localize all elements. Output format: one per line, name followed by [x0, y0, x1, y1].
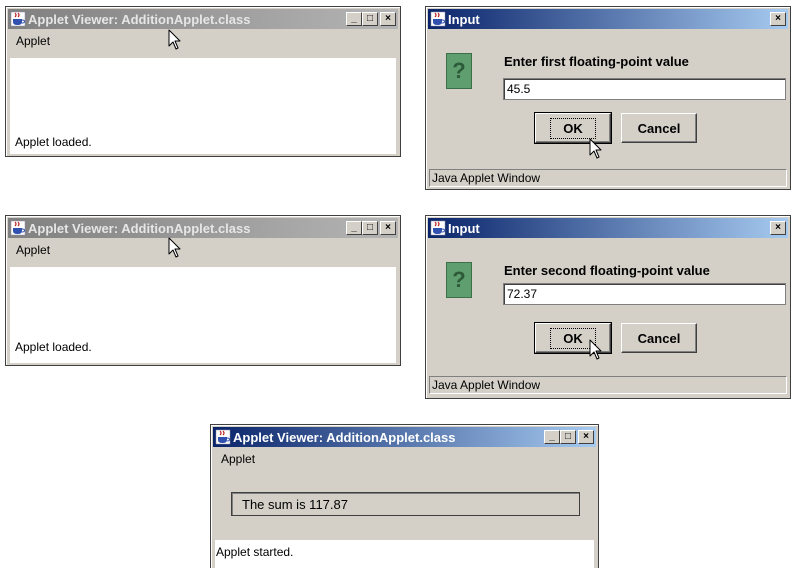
menu-applet[interactable]: Applet — [213, 449, 596, 469]
applet-status-area: Applet started. — [215, 540, 594, 569]
question-icon: ? — [446, 53, 472, 89]
menu-applet[interactable]: Applet — [8, 31, 398, 51]
java-cup-icon — [430, 220, 446, 236]
applet-viewer-window-1: Applet Viewer: AdditionApplet.class _ □ … — [5, 6, 401, 157]
window-title: Input — [448, 220, 480, 236]
close-icon[interactable]: × — [770, 12, 786, 26]
title-bar[interactable]: Applet Viewer: AdditionApplet.class _ □ … — [213, 427, 596, 447]
question-icon: ? — [446, 262, 472, 298]
title-bar[interactable]: Applet Viewer: AdditionApplet.class _ □ … — [8, 218, 398, 238]
applet-viewer-window-3: Applet Viewer: AdditionApplet.class _ □ … — [210, 424, 599, 569]
window-title: Applet Viewer: AdditionApplet.class — [233, 429, 456, 445]
value-input[interactable]: 45.5 — [503, 78, 786, 100]
java-cup-icon — [10, 220, 26, 236]
maximize-icon[interactable]: □ — [362, 221, 378, 235]
close-icon[interactable]: × — [770, 221, 786, 235]
minimize-icon[interactable]: _ — [346, 12, 362, 26]
close-icon[interactable]: × — [380, 221, 396, 235]
prompt-label: Enter first floating-point value — [504, 54, 689, 69]
status-text: Applet started. — [216, 545, 294, 559]
minimize-icon[interactable]: _ — [544, 430, 560, 444]
applet-content: Applet loaded. — [10, 58, 396, 154]
window-title: Applet Viewer: AdditionApplet.class — [28, 11, 251, 27]
input-dialog-2: Input × ? Enter second floating-point va… — [425, 215, 791, 399]
maximize-icon[interactable]: □ — [560, 430, 576, 444]
window-title: Applet Viewer: AdditionApplet.class — [28, 220, 251, 236]
java-applet-window-label: Java Applet Window — [429, 376, 787, 394]
java-cup-icon — [215, 429, 231, 445]
close-icon[interactable]: × — [578, 430, 594, 444]
maximize-icon[interactable]: □ — [362, 12, 378, 26]
minimize-icon[interactable]: _ — [346, 221, 362, 235]
sum-output: The sum is 117.87 — [231, 492, 580, 516]
menu-applet[interactable]: Applet — [8, 240, 398, 260]
applet-viewer-window-2: Applet Viewer: AdditionApplet.class _ □ … — [5, 215, 401, 366]
mouse-pointer-icon — [168, 29, 182, 51]
window-title: Input — [448, 11, 480, 27]
java-applet-window-label: Java Applet Window — [429, 169, 787, 187]
cancel-button[interactable]: Cancel — [621, 323, 697, 353]
status-text: Applet loaded. — [15, 340, 92, 354]
cancel-button[interactable]: Cancel — [621, 113, 697, 143]
close-icon[interactable]: × — [380, 12, 396, 26]
mouse-pointer-icon — [589, 138, 603, 160]
mouse-pointer-icon — [589, 339, 603, 361]
java-cup-icon — [430, 11, 446, 27]
value-input[interactable]: 72.37 — [503, 283, 786, 305]
prompt-label: Enter second floating-point value — [504, 263, 710, 278]
title-bar[interactable]: Input × — [428, 9, 788, 29]
title-bar[interactable]: Applet Viewer: AdditionApplet.class _ □ … — [8, 9, 398, 29]
status-text: Applet loaded. — [15, 135, 92, 149]
java-cup-icon — [10, 11, 26, 27]
applet-content: Applet loaded. — [10, 267, 396, 363]
title-bar[interactable]: Input × — [428, 218, 788, 238]
input-dialog-1: Input × ? Enter first floating-point val… — [425, 6, 791, 190]
mouse-pointer-icon — [168, 237, 182, 259]
